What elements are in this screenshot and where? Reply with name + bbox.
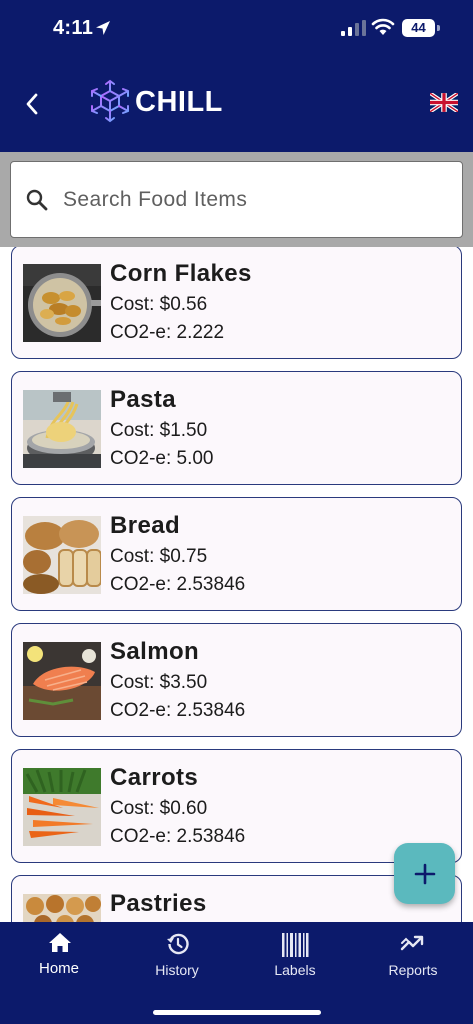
food-name: Corn Flakes xyxy=(110,260,252,287)
nav-label-labels: Labels xyxy=(274,962,316,978)
food-image-bread xyxy=(23,516,101,594)
battery-tip xyxy=(437,25,440,31)
search-section xyxy=(0,152,473,247)
nav-label-home: Home xyxy=(38,960,79,977)
wifi-icon xyxy=(371,18,395,35)
food-name: Salmon xyxy=(110,638,200,665)
plus-icon xyxy=(414,863,435,884)
barcode-icon xyxy=(282,933,309,957)
food-co2: CO2-e: 2.53846 xyxy=(110,700,246,721)
food-name: Pasta xyxy=(110,386,177,413)
food-image-pasta xyxy=(23,390,101,468)
search-icon xyxy=(26,189,48,211)
add-food-button[interactable] xyxy=(394,843,455,904)
chevron-left-icon xyxy=(26,93,38,115)
history-icon xyxy=(167,933,189,955)
nav-item-reports[interactable]: Reports xyxy=(354,922,472,992)
food-co2: CO2-e: 2.222 xyxy=(110,322,225,343)
food-name: Bread xyxy=(110,512,181,539)
food-image-pastries xyxy=(23,894,101,922)
food-co2: CO2-e: 2.53846 xyxy=(110,826,246,847)
snowflake-cube-icon xyxy=(91,79,129,123)
food-name: Carrots xyxy=(110,764,199,791)
nav-label-reports: Reports xyxy=(388,962,438,978)
food-image-salmon xyxy=(23,642,101,720)
food-cost: Cost: $3.50 xyxy=(110,672,208,693)
food-card-salmon[interactable]: Salmon Cost: $3.50 CO2-e: 2.53846 xyxy=(11,623,462,737)
food-co2: CO2-e: 5.00 xyxy=(110,448,214,469)
food-cost: Cost: $0.60 xyxy=(110,798,208,819)
food-card-pasta[interactable]: Pasta Cost: $1.50 CO2-e: 5.00 xyxy=(11,371,462,485)
food-image-corn-flakes xyxy=(23,264,101,342)
nav-item-home[interactable]: Home xyxy=(0,922,118,992)
search-input[interactable] xyxy=(63,180,443,220)
nav-item-labels[interactable]: Labels xyxy=(236,922,354,992)
food-cost: Cost: $1.50 xyxy=(110,420,208,441)
search-box[interactable] xyxy=(10,161,463,238)
food-co2: CO2-e: 2.53846 xyxy=(110,574,246,595)
food-cost: Cost: $0.75 xyxy=(110,546,208,567)
food-card-bread[interactable]: Bread Cost: $0.75 CO2-e: 2.53846 xyxy=(11,497,462,611)
battery-indicator: 44 xyxy=(402,19,435,37)
app-header: CHILL xyxy=(0,58,473,152)
uk-flag-icon[interactable] xyxy=(430,93,458,112)
back-button[interactable] xyxy=(14,86,50,122)
nav-item-history[interactable]: History xyxy=(118,922,236,992)
status-bar: 4:11 44 xyxy=(0,0,473,58)
food-list: Corn Flakes Cost: $0.56 CO2-e: 2.222 Pas… xyxy=(0,247,473,922)
cellular-signal-icon xyxy=(341,20,366,36)
nav-label-history: History xyxy=(155,962,199,978)
status-time: 4:11 xyxy=(53,17,94,39)
location-arrow-icon xyxy=(96,21,110,35)
food-card-corn-flakes[interactable]: Corn Flakes Cost: $0.56 CO2-e: 2.222 xyxy=(11,247,462,359)
bottom-nav: Home History Labels Reports xyxy=(0,922,473,1024)
food-card-carrots[interactable]: Carrots Cost: $0.60 CO2-e: 2.53846 xyxy=(11,749,462,863)
food-cost: Cost: $0.56 xyxy=(110,294,208,315)
app-name: CHILL xyxy=(135,86,223,118)
trend-icon xyxy=(400,935,424,951)
home-indicator xyxy=(153,1010,321,1015)
home-icon xyxy=(49,933,71,952)
food-name: Pastries xyxy=(110,890,207,917)
food-image-carrots xyxy=(23,768,101,846)
